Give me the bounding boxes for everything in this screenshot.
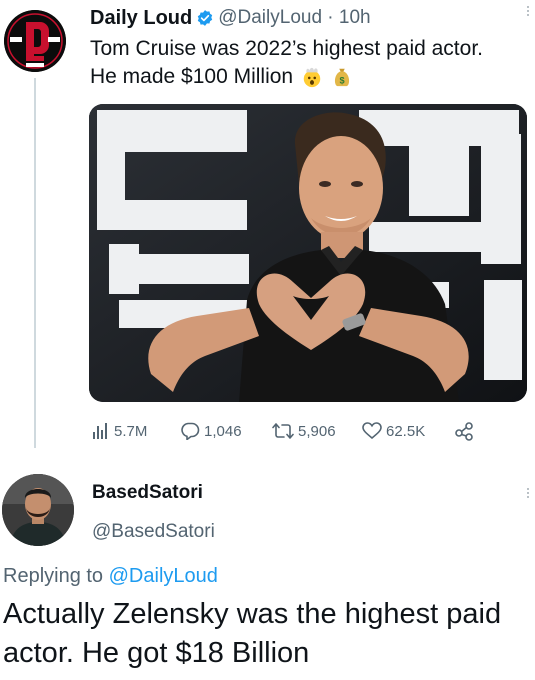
money-bag-emoji-icon: $ <box>334 69 349 87</box>
retweet-icon <box>272 423 294 439</box>
share-icon <box>455 422 473 441</box>
tweet-author-name[interactable]: Daily Loud <box>90 7 192 30</box>
tweet-action-bar: 5.7M 1,046 5,906 62.5K <box>92 420 478 442</box>
heart-icon <box>362 422 382 440</box>
reply-icon <box>181 422 200 440</box>
like-stat[interactable]: 62.5K <box>362 422 454 440</box>
tweet-handle-and-time: @DailyLoud · 10h <box>218 7 371 28</box>
tweet-text-content: Tom Cruise was 2022’s highest paid actor… <box>90 37 483 88</box>
views-count: 5.7M <box>114 422 148 440</box>
based-satori-avatar[interactable] <box>2 474 74 546</box>
replies-count: 1,046 <box>204 422 242 440</box>
mind-blown-emoji-icon <box>303 68 321 88</box>
reply-author-name[interactable]: BasedSatori <box>92 482 203 504</box>
tweet-header: Daily Loud @DailyLoud · 10h <box>90 6 371 30</box>
replying-to-prefix: Replying to <box>3 565 109 587</box>
svg-text:$: $ <box>339 76 344 86</box>
tom-cruise-heart-photo <box>89 104 527 402</box>
retweets-count: 5,906 <box>298 422 336 440</box>
verified-badge-icon <box>198 10 213 26</box>
more-options-icon[interactable]: ··· <box>518 4 535 16</box>
tweet-photo[interactable]: 탑건 <box>89 104 527 402</box>
replying-to-link[interactable]: @DailyLoud <box>109 565 218 587</box>
share-button[interactable] <box>454 421 478 441</box>
likes-count: 62.5K <box>386 422 426 440</box>
reply-stat[interactable]: 1,046 <box>180 422 272 440</box>
reply-text: Actually Zelensky was the highest paid a… <box>3 598 502 669</box>
daily-loud-logo <box>4 10 66 72</box>
reply-author-handle[interactable]: @BasedSatori <box>92 521 215 543</box>
tweet-text: Tom Cruise was 2022’s highest paid actor… <box>90 35 510 91</box>
retweet-stat[interactable]: 5,906 <box>272 422 362 440</box>
based-satori-profile-photo <box>2 474 74 546</box>
replying-to-line: Replying to @DailyLoud <box>3 565 218 588</box>
reply-more-options-icon[interactable]: ··· <box>518 486 535 498</box>
daily-loud-avatar[interactable] <box>4 10 66 72</box>
views-stat[interactable]: 5.7M <box>92 422 180 440</box>
thread-connector-line <box>34 78 36 448</box>
analytics-icon <box>93 423 107 439</box>
